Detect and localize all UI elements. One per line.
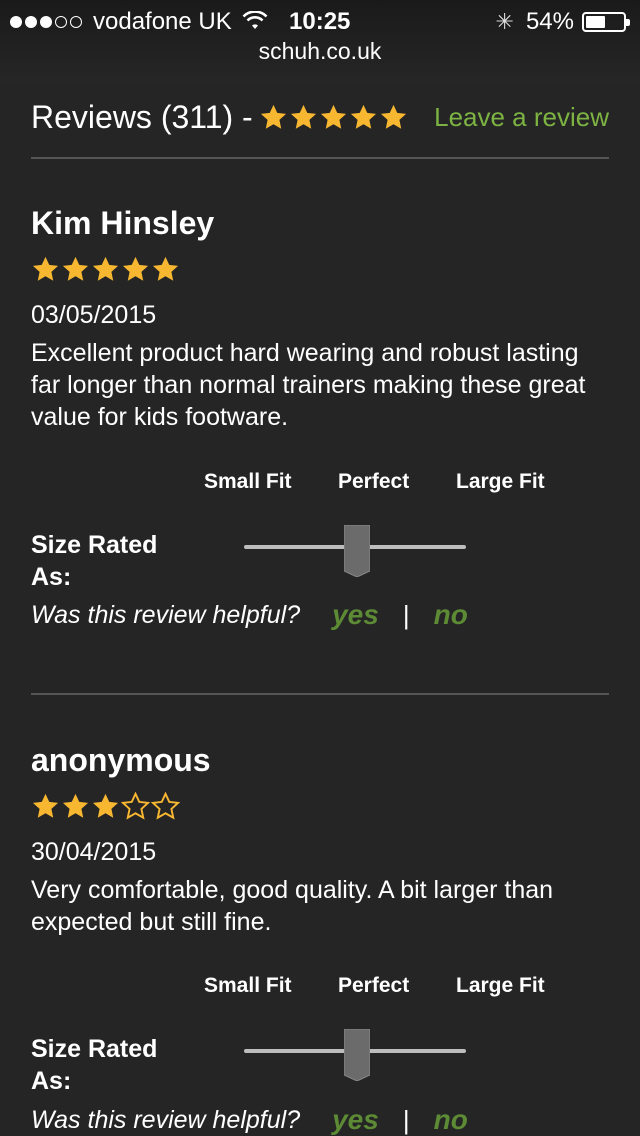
url-bar[interactable]: schuh.co.uk [0, 38, 640, 65]
star-filled-icon [350, 104, 376, 129]
star-filled-icon [32, 256, 59, 281]
review-rating-stars [31, 792, 611, 824]
clock: 10:25 [289, 8, 351, 35]
helpful-prompt: Was this review helpful? yes | no [31, 1104, 468, 1136]
reviewer-name: anonymous [31, 742, 211, 778]
review-text: Excellent product hard wearing and robus… [31, 339, 586, 431]
review-date: 03/05/2015 [31, 301, 157, 329]
status-left: vodafone UK [10, 8, 268, 36]
helpful-yes-button[interactable]: yes [332, 1104, 379, 1136]
reviews-title: Reviews (311) - [31, 98, 253, 135]
star-filled-icon [62, 256, 89, 281]
fit-label-small: Small Fit [204, 974, 292, 997]
signal-dot [40, 16, 52, 28]
fit-label-large: Large Fit [456, 470, 545, 493]
star-filled-icon [32, 793, 59, 818]
carrier-name: vodafone UK [93, 8, 232, 35]
activity-spinner-icon: ✳ [495, 9, 514, 34]
star-filled-icon [62, 793, 89, 818]
star-filled-icon [290, 104, 316, 129]
wifi-icon [242, 11, 268, 29]
fit-label-perfect: Perfect [338, 470, 410, 493]
reviews-header: Reviews (311) - Leave a review [31, 96, 609, 138]
star-filled-icon [92, 793, 119, 818]
battery-percentage: 54% [525, 8, 574, 35]
divider [31, 693, 609, 695]
reviewer-name: Kim Hinsley [31, 205, 215, 241]
helpful-yes-button[interactable]: yes [332, 599, 379, 631]
helpful-separator: | [402, 1104, 410, 1135]
slider-thumb-icon [344, 525, 370, 577]
star-filled-icon [92, 256, 119, 281]
signal-strength-icon [10, 16, 85, 28]
helpful-no-button[interactable]: no [434, 1104, 468, 1136]
star-filled-icon [320, 104, 346, 129]
helpful-prompt: Was this review helpful? yes | no [31, 599, 468, 631]
divider [31, 157, 609, 159]
signal-dot [10, 16, 22, 28]
battery-nub [626, 19, 630, 26]
review-card: Kim Hinsley 03/05/2015 Excellent product… [31, 203, 611, 673]
status-bar: vodafone UK 10:25 ✳ 54% [0, 0, 640, 40]
status-right: ✳ 54% [495, 8, 630, 36]
review-text: Very comfortable, good quality. A bit la… [31, 876, 554, 936]
fit-label-perfect: Perfect [338, 974, 410, 997]
battery-icon [582, 12, 630, 32]
size-rated-label: Size Rated As: [31, 531, 158, 591]
star-filled-icon [260, 104, 286, 129]
helpful-question: Was this review helpful? [31, 600, 301, 629]
fit-label-small: Small Fit [204, 470, 292, 493]
star-filled-icon [380, 104, 406, 129]
review-card: anonymous 30/04/2015 Very comfortable, g… [31, 740, 611, 1136]
star-filled-icon [152, 256, 179, 281]
review-rating-stars [31, 255, 611, 287]
battery-level [586, 16, 606, 28]
signal-dot [55, 16, 67, 28]
leave-review-link[interactable]: Leave a review [434, 102, 609, 133]
helpful-question: Was this review helpful? [31, 1105, 301, 1134]
size-rated-label: Size Rated As: [31, 1035, 158, 1095]
helpful-no-button[interactable]: no [434, 599, 468, 631]
fit-label-large: Large Fit [456, 974, 545, 997]
size-rating-slider [244, 525, 466, 577]
top-bar: vodafone UK 10:25 ✳ 54% schuh.co.uk [0, 0, 640, 82]
review-date: 30/04/2015 [31, 838, 157, 866]
size-rating-slider [244, 1029, 466, 1081]
signal-dot [25, 16, 37, 28]
star-empty-icon [151, 792, 180, 820]
star-empty-icon [121, 792, 150, 820]
signal-dot [70, 16, 82, 28]
star-filled-icon [122, 256, 149, 281]
helpful-separator: | [402, 599, 410, 630]
overall-rating-stars [259, 103, 409, 132]
slider-thumb-icon [344, 1029, 370, 1081]
